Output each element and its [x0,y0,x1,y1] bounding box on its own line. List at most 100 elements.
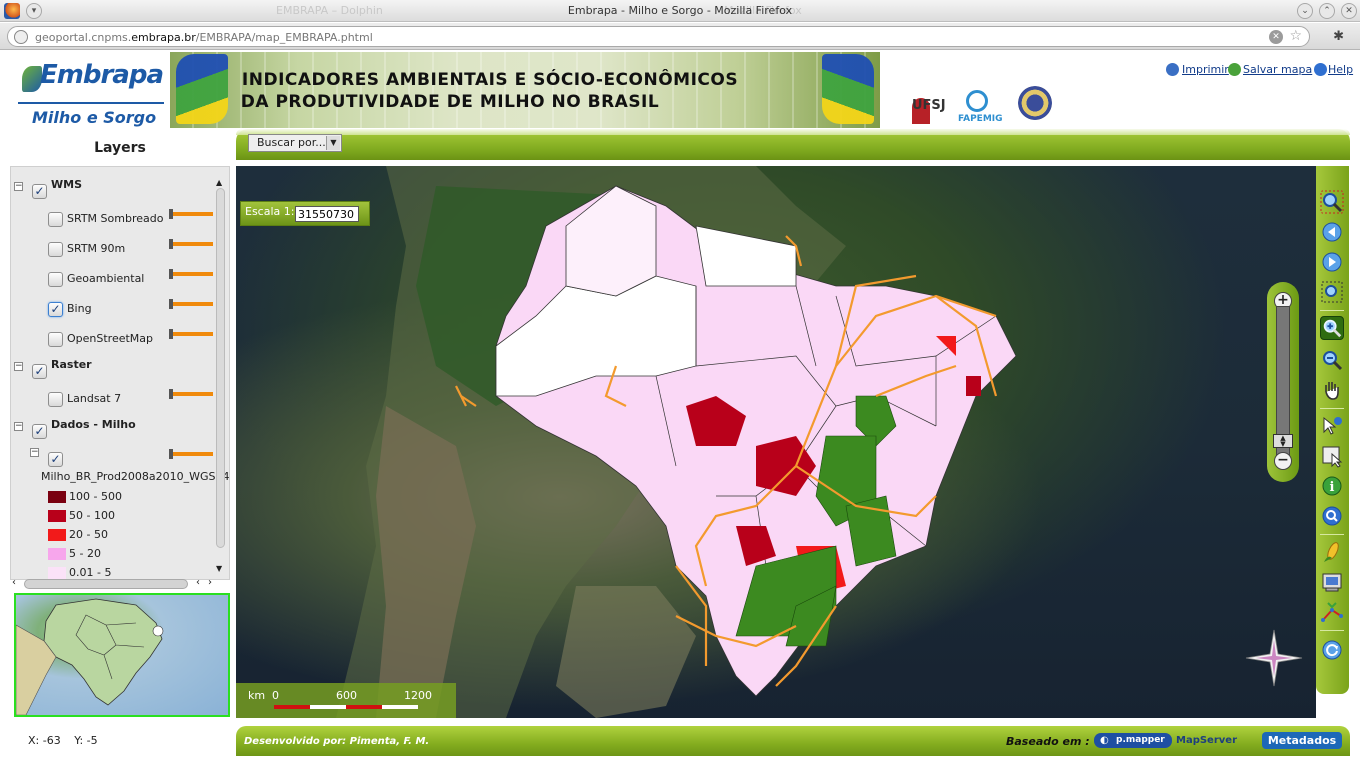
opacity-slider[interactable] [169,329,213,339]
back-icon[interactable] [1320,220,1344,244]
print-link[interactable]: Imprimir [1182,63,1229,76]
scroll-up-icon[interactable]: ▲ [216,178,222,187]
scroll-left-icon[interactable]: ‹ [196,577,200,588]
layers-vertical-scrollbar[interactable]: ▲ ▼ [214,178,227,578]
identify-icon[interactable]: i [1320,474,1344,498]
close-window-button[interactable]: ✕ [1341,3,1357,19]
layer-geoambiental: Geoambiental [67,272,145,285]
search-icon[interactable] [1320,504,1344,528]
layer-srtm-sombreado: SRTM Sombreado [67,212,164,225]
scale-input[interactable] [295,206,359,222]
legend-swatch [48,529,66,541]
checkbox-raster[interactable]: ✓ [32,364,47,379]
corn-icon[interactable] [1320,540,1344,564]
scalebar-tick: 1200 [404,689,432,702]
checkbox-geoambiental[interactable] [48,272,63,287]
scroll-left-icon[interactable]: ‹ [12,577,16,588]
opacity-slider[interactable] [169,269,213,279]
scalebar-unit: km [248,689,266,702]
zoom-out-button[interactable]: − [1274,452,1292,470]
collapse-icon[interactable]: − [14,362,23,371]
maximize-button[interactable]: ⌃ [1319,3,1335,19]
main-map[interactable] [236,166,1316,718]
logo-swoosh [22,66,42,92]
layer-group-raster: Raster [51,358,92,371]
reload-icon[interactable] [1320,638,1344,662]
opacity-slider[interactable] [169,299,213,309]
scroll-right-icon[interactable]: › [208,577,212,588]
clear-url-icon[interactable]: ✕ [1269,30,1283,44]
collapse-icon[interactable]: − [30,448,39,457]
scale-box: Escala 1: [240,201,370,226]
svg-text:i: i [1330,480,1335,495]
layer-srtm-90m: SRTM 90m [67,242,126,255]
url-text[interactable]: geoportal.cnpms.embrapa.br/EMBRAPA/map_E… [35,31,373,44]
toolbar-separator [1320,630,1344,631]
opacity-slider[interactable] [169,449,213,459]
select-icon[interactable] [1320,444,1344,468]
checkbox-milho-prod[interactable]: ✓ [48,452,63,467]
globe-icon [14,30,28,44]
opacity-slider[interactable] [169,209,213,219]
checkbox-dados-milho[interactable]: ✓ [32,424,47,439]
north-arrow-icon [1245,629,1303,687]
checkbox-landsat-7[interactable] [48,392,63,407]
zoom-out-icon[interactable] [1320,348,1344,372]
zoom-handle[interactable]: ▲ ▼ [1273,434,1293,448]
scroll-thumb[interactable] [24,579,188,589]
scalebar-graphic [274,705,418,709]
page-footer: Desenvolvido por: Pimenta, F. M. Baseado… [236,726,1350,756]
collapse-icon[interactable]: − [14,182,23,191]
based-on-label: Baseado em : [1006,735,1090,748]
navigation-bar: geoportal.cnpms.embrapa.br/EMBRAPA/map_E… [0,23,1360,50]
opacity-slider[interactable] [169,239,213,249]
checkbox-wms[interactable]: ✓ [32,184,47,199]
layers-horizontal-scrollbar[interactable]: ‹ ‹ › [10,577,230,591]
zoom-slider[interactable]: + ▲ ▼ − [1267,282,1299,482]
partner-logos: UFSJ FAPEMIG [888,86,1058,126]
coord-x: X: -63 [28,734,61,747]
pan-icon[interactable] [1320,378,1344,402]
zoom-in-icon[interactable] [1320,316,1344,340]
layer-openstreetmap: OpenStreetMap [67,332,154,345]
checkbox-srtm-90m[interactable] [48,242,63,257]
zoom-select-icon[interactable] [1320,280,1344,304]
search-by-value: Buscar por... [257,136,326,149]
measure-icon[interactable] [1320,600,1344,624]
checkbox-srtm-sombreado[interactable] [48,212,63,227]
minimize-button[interactable]: ⌄ [1297,3,1313,19]
developed-by: Desenvolvido por: Pimenta, F. M. [244,736,430,747]
layers-title: Layers [94,140,146,156]
zoom-full-icon[interactable] [1320,190,1344,214]
opacity-slider[interactable] [169,389,213,399]
overview-map-graphic [16,598,164,715]
scroll-down-icon[interactable]: ▼ [216,564,222,573]
banner-title-line1: INDICADORES AMBIENTAIS E SÓCIO-ECONÔMICO… [241,70,739,90]
legend-swatch [48,491,66,503]
mapserver-logo[interactable]: MapServer [1176,735,1237,746]
collapse-icon[interactable]: − [14,422,23,431]
url-bar[interactable]: geoportal.cnpms.embrapa.br/EMBRAPA/map_E… [7,26,1310,47]
layer-bing: Bing [67,302,92,315]
window-titlebar: ▾ EMBRAPA – Dolphin Mozilla Firefox Embr… [0,0,1360,22]
overview-map[interactable] [14,593,230,717]
pmapper-logo[interactable]: p.mapper [1094,733,1172,748]
help-link[interactable]: Help [1328,63,1353,76]
save-map-icon [1228,63,1241,76]
layer-group-wms: WMS [51,178,83,191]
search-by-select[interactable]: Buscar por... ▼ [248,134,342,152]
checkbox-openstreetmap[interactable] [48,332,63,347]
metadata-button[interactable]: Metadados [1262,732,1342,749]
legend-label: 20 - 50 [69,528,108,541]
scroll-thumb[interactable] [216,188,225,548]
fapemig-logo: FAPEMIG [958,90,1003,124]
scale-label: Escala 1: [245,205,295,218]
print-icon[interactable] [1320,570,1344,594]
auto-identify-icon[interactable] [1320,414,1344,438]
forward-icon[interactable] [1320,250,1344,274]
cursor-coordinates: X: -63 Y: -5 [28,734,98,747]
save-map-link[interactable]: Salvar mapa [1243,63,1312,76]
bookmark-star-icon[interactable]: ☆ [1289,28,1302,44]
addon-icon[interactable]: ✱ [1333,29,1344,44]
checkbox-bing[interactable]: ✓ [48,302,63,317]
